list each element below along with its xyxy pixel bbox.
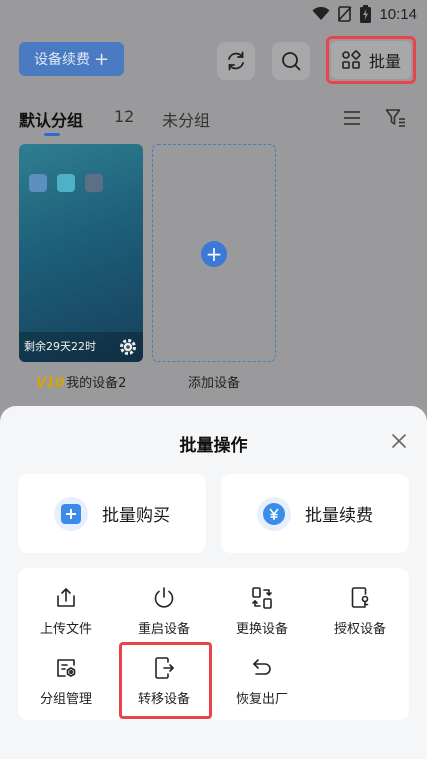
renew-plus: + bbox=[93, 48, 110, 70]
upload-icon bbox=[57, 588, 75, 607]
device-name-label[interactable]: V10 我的设备2 bbox=[36, 372, 126, 391]
restart-device-button[interactable]: 重启设备 bbox=[116, 582, 212, 644]
batch-renew-button[interactable]: 批量续费 bbox=[221, 474, 409, 553]
tab-underline bbox=[44, 133, 60, 136]
preview-app-icon bbox=[57, 174, 75, 192]
op-label: 更换设备 bbox=[235, 622, 288, 637]
batch-renew-icon bbox=[257, 496, 291, 531]
gear-icon[interactable] bbox=[119, 338, 137, 356]
battery-charging-icon bbox=[360, 5, 372, 23]
filter-icon[interactable] bbox=[385, 108, 407, 128]
group-manage-button[interactable]: 分组管理 bbox=[18, 652, 114, 714]
wifi-icon bbox=[312, 7, 330, 20]
op-label: 重启设备 bbox=[137, 622, 190, 637]
operations-grid: 上传文件 重启设备 更换设备 授权设备 分组管理 转移设备 恢复出厂 bbox=[18, 568, 409, 720]
transfer-highlight bbox=[119, 642, 212, 719]
batch-button[interactable]: 批量 bbox=[331, 41, 411, 79]
device-name: 我的设备2 bbox=[66, 376, 127, 391]
search-button[interactable] bbox=[272, 42, 310, 80]
authorize-icon bbox=[351, 587, 369, 608]
renew-button[interactable]: 设备续费 + bbox=[19, 42, 124, 76]
refresh-button[interactable] bbox=[217, 42, 255, 80]
batch-highlight: 批量 bbox=[326, 36, 416, 84]
tab-ungrouped[interactable]: 未分组 bbox=[162, 107, 210, 131]
tab-default-count: 12 bbox=[114, 107, 135, 126]
upload-file-button[interactable]: 上传文件 bbox=[18, 582, 114, 644]
op-label: 恢复出厂 bbox=[235, 692, 288, 707]
replace-device-button[interactable]: 更换设备 bbox=[214, 582, 310, 644]
status-bar: 10:14 bbox=[0, 0, 427, 30]
batch-renew-label: 批量续费 bbox=[305, 506, 373, 526]
renew-button-label: 设备续费 bbox=[33, 52, 90, 68]
factory-reset-button[interactable]: 恢复出厂 bbox=[214, 652, 310, 714]
group-tabs: 默认分组 12 未分组 bbox=[19, 107, 409, 136]
status-time: 10:14 bbox=[379, 5, 417, 23]
op-label: 授权设备 bbox=[333, 622, 386, 637]
factory-reset-icon bbox=[253, 659, 271, 675]
preview-app-icon bbox=[85, 174, 103, 192]
add-device-label[interactable]: 添加设备 bbox=[188, 372, 240, 391]
add-icon: + bbox=[201, 241, 227, 267]
op-label: 分组管理 bbox=[39, 692, 92, 707]
sim-off-icon bbox=[338, 6, 353, 22]
device-screen-preview bbox=[25, 146, 137, 154]
batch-button-label: 批量 bbox=[368, 52, 401, 71]
batch-buy-icon bbox=[54, 496, 88, 531]
vip-badge: V10 bbox=[36, 376, 65, 391]
device-remaining-bar: 剩余29天22时 bbox=[19, 332, 143, 362]
device-remaining-time: 剩余29天22时 bbox=[24, 340, 96, 353]
batch-buy-button[interactable]: 批量购买 bbox=[18, 474, 206, 553]
refresh-icon bbox=[228, 51, 244, 71]
add-device-card[interactable]: + bbox=[152, 144, 276, 362]
tab-default-group[interactable]: 默认分组 bbox=[19, 107, 83, 131]
close-icon[interactable] bbox=[390, 432, 408, 450]
power-icon bbox=[154, 587, 174, 608]
batch-operations-sheet: 批量操作 批量购买 批量续费 上传文件 重启设备 更换设备 授权设备 分组管理 … bbox=[0, 406, 427, 759]
batch-grid-icon bbox=[342, 50, 361, 69]
authorize-device-button[interactable]: 授权设备 bbox=[312, 582, 408, 644]
search-icon bbox=[282, 52, 301, 71]
preview-app-icon bbox=[29, 174, 47, 192]
sheet-title: 批量操作 bbox=[179, 436, 248, 456]
batch-buy-label: 批量购买 bbox=[102, 506, 170, 526]
group-manage-icon bbox=[57, 659, 76, 677]
device-card[interactable]: 剩余29天22时 bbox=[19, 144, 143, 362]
list-view-icon[interactable] bbox=[342, 109, 362, 127]
swap-device-icon bbox=[252, 587, 272, 609]
op-label: 上传文件 bbox=[39, 622, 92, 637]
